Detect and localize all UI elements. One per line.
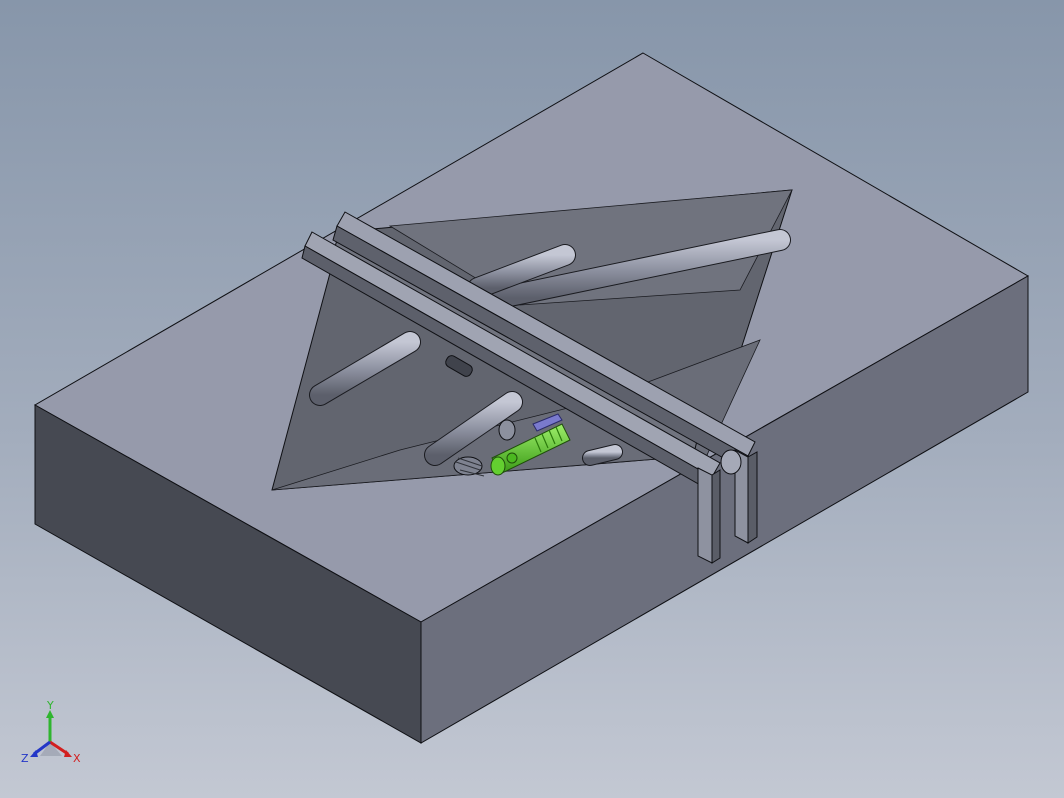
post-right-side	[747, 451, 758, 544]
post-left[interactable]	[697, 467, 713, 564]
plate-boss	[498, 419, 516, 441]
graphics-viewport[interactable]: Y X Z	[0, 0, 1064, 798]
rod-lower-right[interactable]	[582, 444, 623, 466]
x-axis-label: X	[73, 752, 81, 765]
model-scene[interactable]	[0, 0, 1064, 798]
reference-triad[interactable]: Y X Z	[18, 700, 88, 770]
z-axis-label: Z	[21, 752, 29, 765]
pivot-pin[interactable]	[720, 449, 742, 475]
y-axis-label: Y	[46, 700, 54, 712]
post-left-side	[711, 469, 721, 564]
